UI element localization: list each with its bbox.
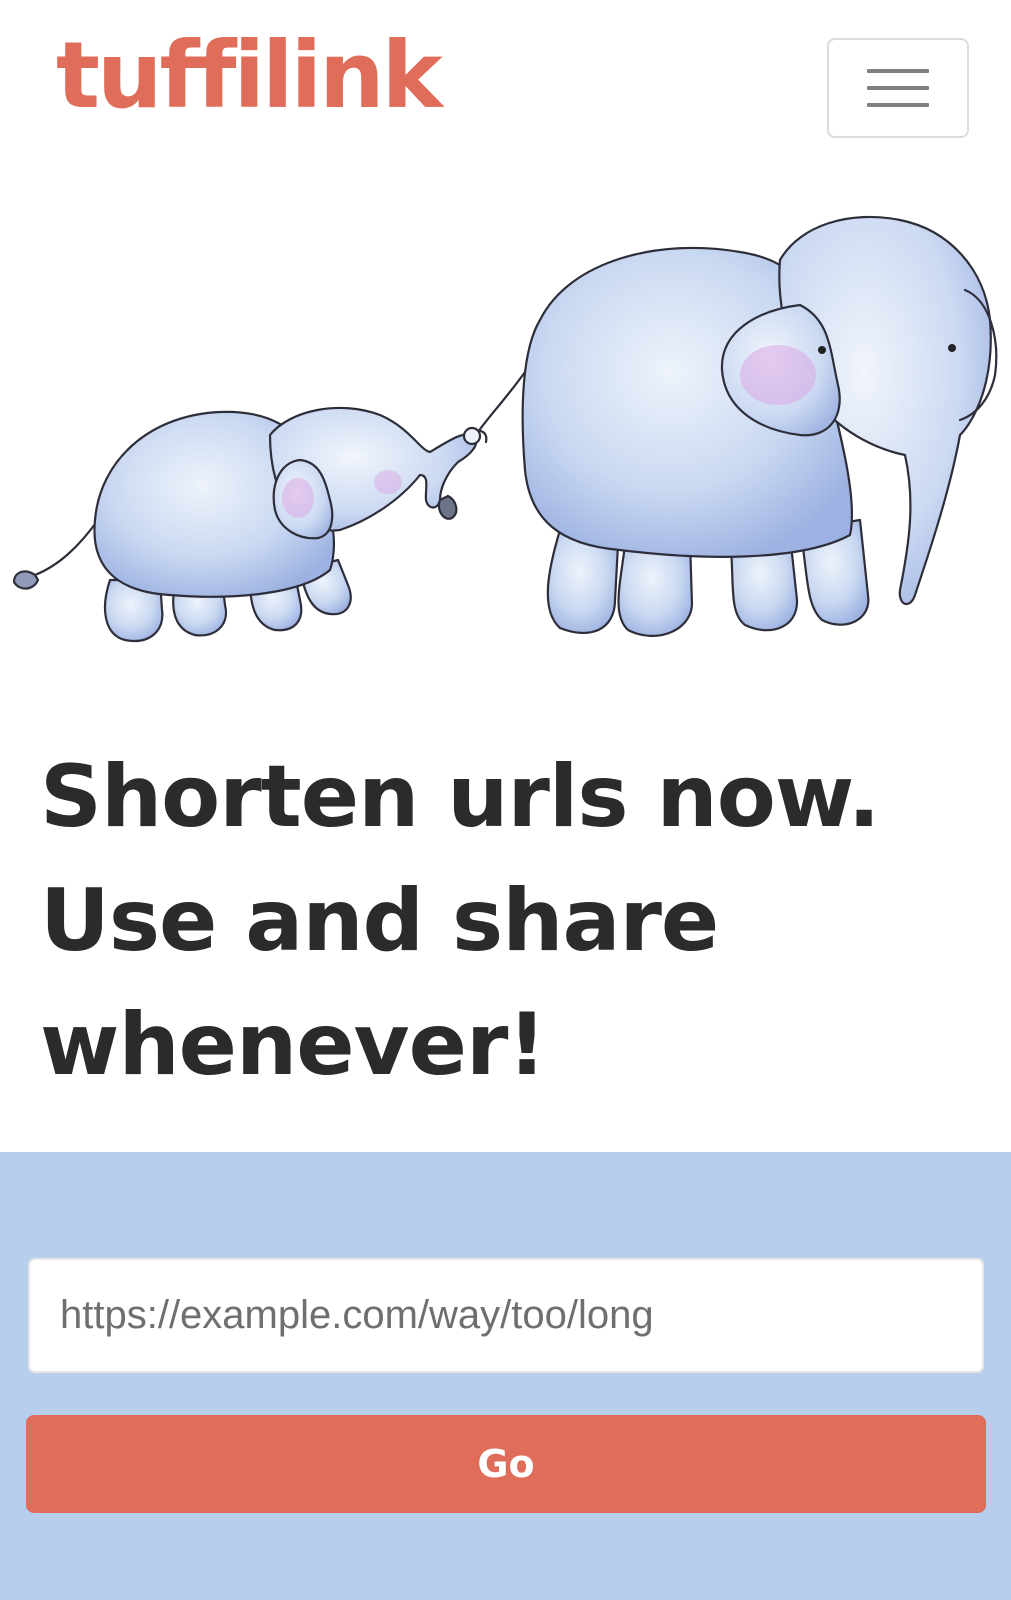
hero-headline: Shorten urls now. Use and share whenever… bbox=[40, 735, 980, 1107]
url-input[interactable] bbox=[28, 1258, 984, 1373]
mother-elephant bbox=[476, 215, 998, 637]
brand-logo[interactable]: tuffilink bbox=[56, 30, 443, 122]
hamburger-menu-icon bbox=[867, 69, 929, 107]
elephants-illustration bbox=[12, 215, 998, 643]
page: tuffilink Shorten urls now. Use and shar… bbox=[0, 0, 1011, 1600]
headline-line: Use and share bbox=[40, 871, 719, 971]
headline-line: whenever! bbox=[40, 995, 547, 1095]
navbar: tuffilink bbox=[0, 0, 1011, 170]
headline-line: Shorten urls now. bbox=[40, 747, 880, 847]
hamburger-bar bbox=[867, 69, 929, 73]
baby-elephant bbox=[12, 406, 488, 643]
shorten-form-section: Go bbox=[0, 1152, 1011, 1600]
hero-illustration bbox=[0, 200, 1011, 670]
hamburger-bar bbox=[867, 103, 929, 107]
go-button[interactable]: Go bbox=[26, 1415, 986, 1513]
menu-toggle-button[interactable] bbox=[827, 38, 969, 138]
hamburger-bar bbox=[867, 86, 929, 90]
